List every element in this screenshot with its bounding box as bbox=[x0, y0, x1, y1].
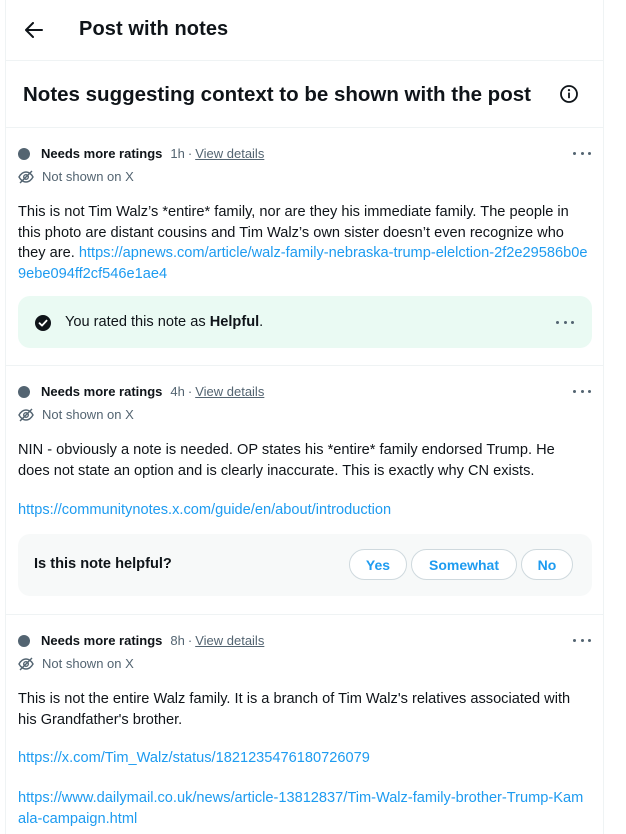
main-column: Post with notes Notes suggesting context… bbox=[5, 0, 604, 834]
rating-prefix: You rated this note as bbox=[65, 314, 210, 330]
more-dot-icon bbox=[573, 638, 576, 642]
back-button[interactable] bbox=[17, 13, 51, 47]
visibility-status: Not shown on X bbox=[18, 656, 134, 671]
status-label: Needs more ratings bbox=[41, 633, 163, 648]
rating-confirmation: You rated this note as Helpful. bbox=[18, 296, 592, 348]
meta-separator: · bbox=[187, 146, 193, 161]
more-dot-icon bbox=[580, 389, 584, 393]
rating-suffix: . bbox=[259, 314, 264, 330]
note-time: 1h bbox=[170, 146, 185, 161]
note-body: This is not the entire Walz family. It i… bbox=[18, 691, 571, 728]
more-dot-icon bbox=[571, 320, 574, 324]
more-dot-icon bbox=[580, 151, 584, 155]
meta-separator: · bbox=[187, 633, 193, 648]
arrow-left-icon bbox=[25, 22, 43, 38]
status-label: Needs more ratings bbox=[41, 146, 163, 161]
more-dot-icon bbox=[588, 389, 591, 393]
note-meta: Needs more ratings 8h · View details bbox=[18, 633, 264, 648]
source-link[interactable]: https://apnews.com/article/walz-family-n… bbox=[18, 245, 587, 282]
rate-yes-button[interactable]: Yes bbox=[349, 549, 407, 580]
more-dot-icon bbox=[563, 320, 567, 324]
visibility-label: Not shown on X bbox=[42, 656, 134, 671]
more-options-button[interactable] bbox=[573, 148, 591, 158]
status-label: Needs more ratings bbox=[41, 384, 163, 399]
note-card: Needs more ratings 1h · View details Not… bbox=[6, 128, 603, 366]
more-options-button[interactable] bbox=[573, 635, 591, 645]
eye-off-icon bbox=[18, 170, 34, 183]
eye-off-icon bbox=[18, 408, 34, 421]
view-details-link[interactable]: View details bbox=[195, 146, 264, 161]
status-dot-icon bbox=[18, 147, 30, 160]
section-title: Notes suggesting context to be shown wit… bbox=[23, 83, 531, 106]
more-dot-icon bbox=[573, 151, 576, 155]
visibility-status: Not shown on X bbox=[18, 407, 134, 422]
note-link-row: https://www.dailymail.co.uk/news/article… bbox=[18, 788, 588, 829]
rating-value: Helpful bbox=[209, 314, 260, 330]
note-time: 8h bbox=[170, 633, 185, 648]
note-body: NIN - obviously a note is needed. OP sta… bbox=[18, 442, 555, 479]
more-dot-icon bbox=[556, 320, 559, 324]
page-title: Post with notes bbox=[79, 18, 229, 40]
note-time: 4h bbox=[170, 384, 185, 399]
rate-somewhat-button[interactable]: Somewhat bbox=[411, 549, 517, 580]
note-card: Needs more ratings 8h · View details Not… bbox=[6, 615, 603, 834]
note-meta: Needs more ratings 1h · View details bbox=[18, 146, 264, 161]
meta-separator: · bbox=[187, 384, 193, 399]
source-link[interactable]: https://communitynotes.x.com/guide/en/ab… bbox=[18, 502, 391, 518]
note-card: Needs more ratings 4h · View details Not… bbox=[6, 366, 603, 615]
top-bar: Post with notes bbox=[6, 0, 603, 61]
helpful-question: Is this note helpful? bbox=[34, 556, 172, 572]
note-link-row: https://communitynotes.x.com/guide/en/ab… bbox=[18, 500, 588, 521]
status-dot-icon bbox=[18, 385, 30, 398]
visibility-status: Not shown on X bbox=[18, 169, 134, 184]
more-dot-icon bbox=[588, 151, 591, 155]
note-link-row: https://x.com/Tim_Walz/status/1821235476… bbox=[18, 748, 588, 769]
info-icon bbox=[560, 85, 578, 103]
rating-text: You rated this note as Helpful. bbox=[65, 314, 263, 330]
rate-no-button[interactable]: No bbox=[521, 549, 573, 580]
rating-more-button[interactable] bbox=[556, 317, 574, 327]
visibility-label: Not shown on X bbox=[42, 169, 134, 184]
view-details-link[interactable]: View details bbox=[195, 633, 264, 648]
eye-off-icon bbox=[18, 657, 34, 670]
note-text: This is not Tim Walz’s *entire* family, … bbox=[18, 202, 588, 284]
status-dot-icon bbox=[18, 634, 30, 647]
check-circle-icon bbox=[35, 315, 51, 331]
more-options-button[interactable] bbox=[573, 386, 591, 396]
info-button[interactable] bbox=[557, 82, 581, 106]
view-details-link[interactable]: View details bbox=[195, 384, 264, 399]
note-meta: Needs more ratings 4h · View details bbox=[18, 384, 264, 399]
source-link[interactable]: https://www.dailymail.co.uk/news/article… bbox=[18, 790, 583, 827]
more-dot-icon bbox=[573, 389, 576, 393]
section-header: Notes suggesting context to be shown wit… bbox=[6, 61, 603, 128]
visibility-label: Not shown on X bbox=[42, 407, 134, 422]
more-dot-icon bbox=[588, 638, 591, 642]
more-dot-icon bbox=[580, 638, 584, 642]
source-link[interactable]: https://x.com/Tim_Walz/status/1821235476… bbox=[18, 750, 370, 766]
helpfulness-prompt: Is this note helpful? Yes Somewhat No bbox=[18, 534, 592, 596]
